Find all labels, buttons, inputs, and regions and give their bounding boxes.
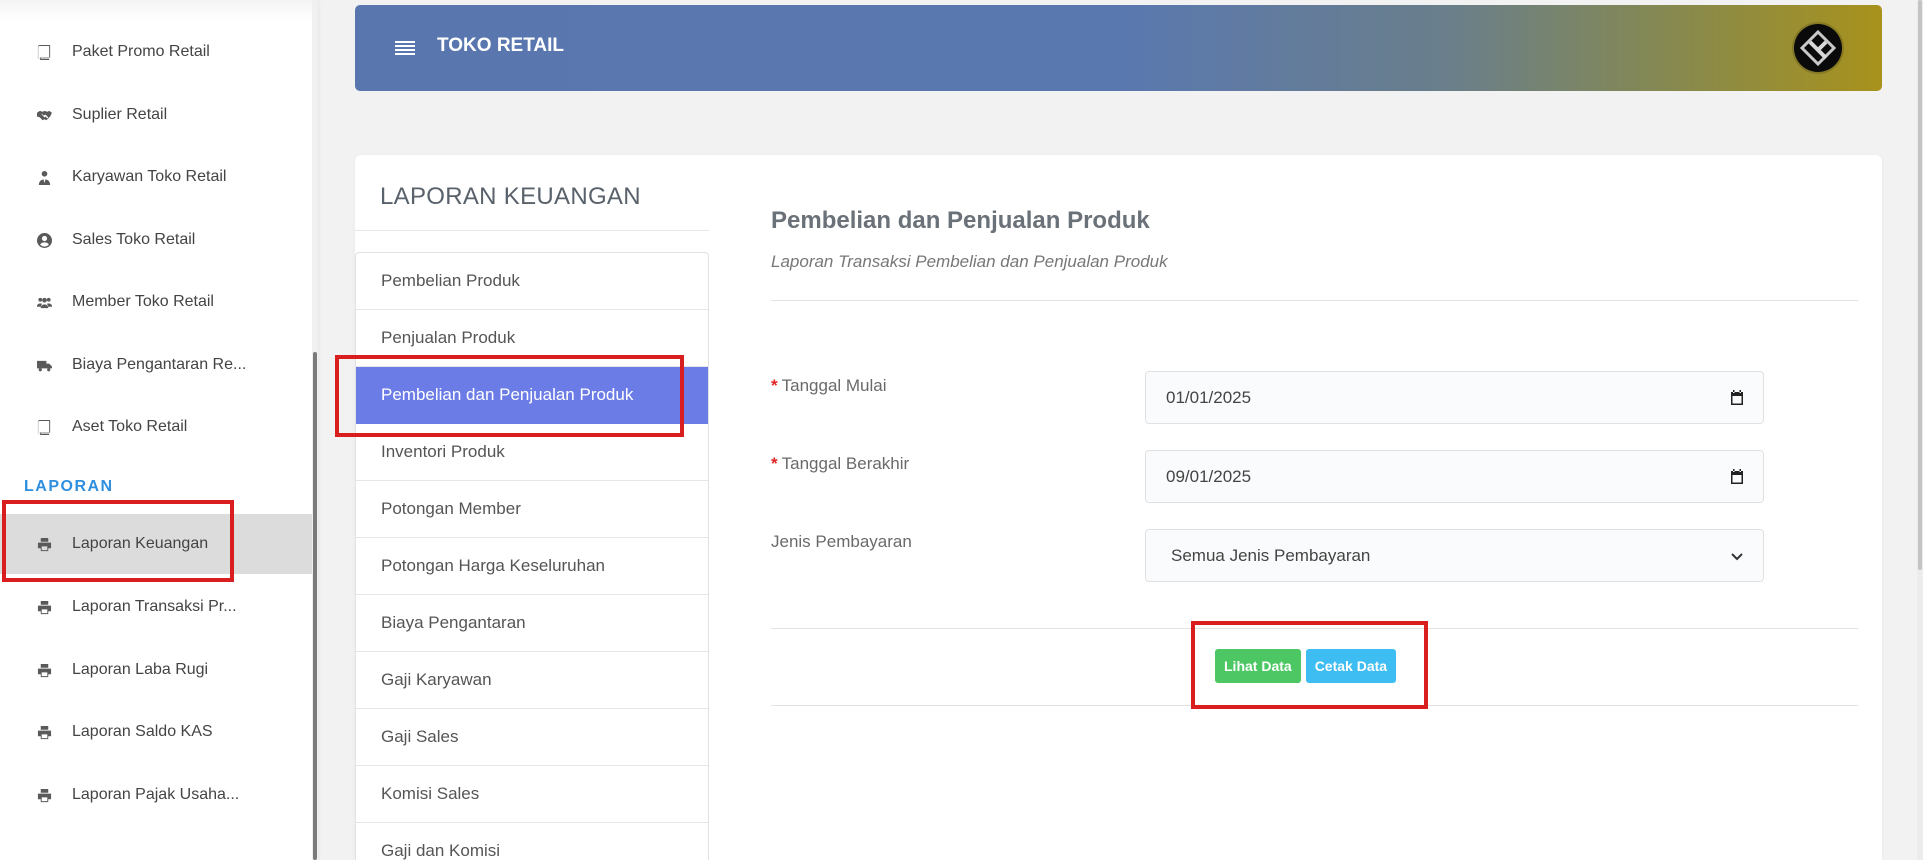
- sidebar-item-label: Sales Toko Retail: [72, 231, 196, 248]
- menu-item-potongan-member[interactable]: Potongan Member: [356, 481, 708, 538]
- sidebar-item-member[interactable]: Member Toko Retail: [0, 272, 312, 332]
- required-mark: *: [771, 454, 778, 473]
- print-icon: [36, 787, 52, 803]
- report-card: LAPORAN KEUANGAN Pembelian Produk Penjua…: [355, 155, 1882, 860]
- sidebar-item-laporan-transaksi[interactable]: Laporan Transaksi Pr...: [0, 577, 312, 637]
- sidebar-item-suplier[interactable]: Suplier Retail: [0, 85, 312, 145]
- menu-item-komisi-sales[interactable]: Komisi Sales: [356, 766, 708, 823]
- handshake-icon: [36, 107, 52, 123]
- print-icon: [36, 662, 52, 678]
- payment-type-select[interactable]: Semua Jenis Pembayaran: [1145, 529, 1764, 582]
- sidebar-item-laporan-laba-rugi[interactable]: Laporan Laba Rugi: [0, 640, 312, 700]
- divider: [771, 628, 1858, 629]
- sidebar-item-label: Laporan Transaksi Pr...: [72, 598, 237, 615]
- sidebar-scrollbar-thumb[interactable]: [313, 352, 317, 860]
- sidebar-item-label: Suplier Retail: [72, 106, 168, 123]
- top-header: TOKO RETAIL: [355, 5, 1882, 91]
- page-scrollbar-thumb[interactable]: [1918, 0, 1922, 570]
- sidebar-item-label: Biaya Pengantaran Re...: [72, 356, 247, 373]
- end-date-label-text: Tanggal Berakhir: [781, 454, 910, 473]
- sidebar-item-label: Aset Toko Retail: [72, 418, 188, 435]
- truck-icon: [36, 357, 52, 373]
- menu-item-biaya-pengantaran[interactable]: Biaya Pengantaran: [356, 595, 708, 652]
- view-data-button[interactable]: Lihat Data: [1215, 649, 1301, 683]
- sidebar-item-label: Laporan Pajak Usaha...: [72, 786, 240, 803]
- menu-item-pembelian-produk[interactable]: Pembelian Produk: [356, 253, 708, 310]
- sidebar-section-title: LAPORAN: [24, 478, 114, 495]
- sidebar-item-laporan-keuangan[interactable]: Laporan Keuangan: [0, 514, 312, 574]
- sidebar-item-laporan-pajak[interactable]: Laporan Pajak Usaha...: [0, 765, 312, 825]
- print-icon: [36, 599, 52, 615]
- start-date-value: 01/01/2025: [1166, 387, 1252, 407]
- menu-item-gaji-sales[interactable]: Gaji Sales: [356, 709, 708, 766]
- report-menu: Pembelian Produk Penjualan Produk Pembel…: [355, 252, 709, 860]
- divider: [355, 230, 709, 231]
- action-buttons: Lihat Data Cetak Data: [1215, 649, 1397, 683]
- payment-type-label: Jenis Pembayaran: [771, 532, 912, 551]
- end-date-input[interactable]: 09/01/2025: [1145, 450, 1764, 503]
- app-title: TOKO RETAIL: [437, 35, 565, 56]
- users-icon: [36, 294, 52, 310]
- sidebar-item-label: Member Toko Retail: [72, 293, 214, 310]
- menu-item-inventori-produk[interactable]: Inventori Produk: [356, 424, 708, 481]
- menu-item-gaji-komisi[interactable]: Gaji dan Komisi: [356, 823, 708, 860]
- sidebar-item-sales[interactable]: Sales Toko Retail: [0, 210, 312, 270]
- sidebar-item-label: Laporan Keuangan: [72, 535, 209, 552]
- sidebar-item-label: Laporan Laba Rugi: [72, 661, 209, 678]
- start-date-label-text: Tanggal Mulai: [781, 376, 887, 395]
- sidebar-item-laporan-saldo-kas[interactable]: Laporan Saldo KAS: [0, 702, 312, 762]
- menu-item-potongan-harga[interactable]: Potongan Harga Keseluruhan: [356, 538, 708, 595]
- calendar-icon[interactable]: [1729, 389, 1745, 406]
- user-circle-icon: [36, 232, 52, 248]
- sidebar-top-fade: [0, 0, 312, 22]
- hamburger-icon[interactable]: [395, 41, 415, 55]
- user-tie-icon: [36, 169, 52, 185]
- sidebar-item-karyawan[interactable]: Karyawan Toko Retail: [0, 147, 312, 207]
- sidebar-item-label: Laporan Saldo KAS: [72, 723, 213, 740]
- form-subtitle: Laporan Transaksi Pembelian dan Penjuala…: [771, 252, 1168, 271]
- book-icon: [36, 419, 52, 435]
- sidebar-item-aset[interactable]: Aset Toko Retail: [0, 397, 312, 457]
- menu-item-penjualan-produk[interactable]: Penjualan Produk: [356, 310, 708, 367]
- print-icon: [36, 724, 52, 740]
- sidebar-item-label: Karyawan Toko Retail: [72, 168, 227, 185]
- divider: [771, 705, 1858, 706]
- sidebar-item-biaya-pengantaran[interactable]: Biaya Pengantaran Re...: [0, 335, 312, 395]
- print-data-button[interactable]: Cetak Data: [1305, 649, 1397, 683]
- sidebar-item-label: Paket Promo Retail: [72, 43, 210, 60]
- sidebar-item-paket-promo[interactable]: Paket Promo Retail: [0, 22, 312, 82]
- logo-avatar-icon[interactable]: [1794, 24, 1842, 72]
- chevron-down-icon: [1731, 552, 1743, 560]
- start-date-input[interactable]: 01/01/2025: [1145, 371, 1764, 424]
- sidebar: Paket Promo Retail Suplier Retail Karyaw…: [0, 0, 318, 860]
- menu-item-gaji-karyawan[interactable]: Gaji Karyawan: [356, 652, 708, 709]
- end-date-value: 09/01/2025: [1166, 466, 1252, 486]
- print-icon: [36, 536, 52, 552]
- menu-item-pembelian-penjualan-produk[interactable]: Pembelian dan Penjualan Produk: [356, 367, 708, 424]
- card-title: LAPORAN KEUANGAN: [380, 183, 641, 210]
- start-date-label: * Tanggal Mulai: [771, 376, 887, 396]
- required-mark: *: [771, 376, 778, 395]
- form-title: Pembelian dan Penjualan Produk: [771, 207, 1150, 234]
- book-icon: [36, 44, 52, 60]
- divider: [771, 300, 1858, 301]
- end-date-label: * Tanggal Berakhir: [771, 454, 909, 474]
- calendar-icon[interactable]: [1729, 468, 1745, 485]
- payment-type-value: Semua Jenis Pembayaran: [1171, 545, 1371, 565]
